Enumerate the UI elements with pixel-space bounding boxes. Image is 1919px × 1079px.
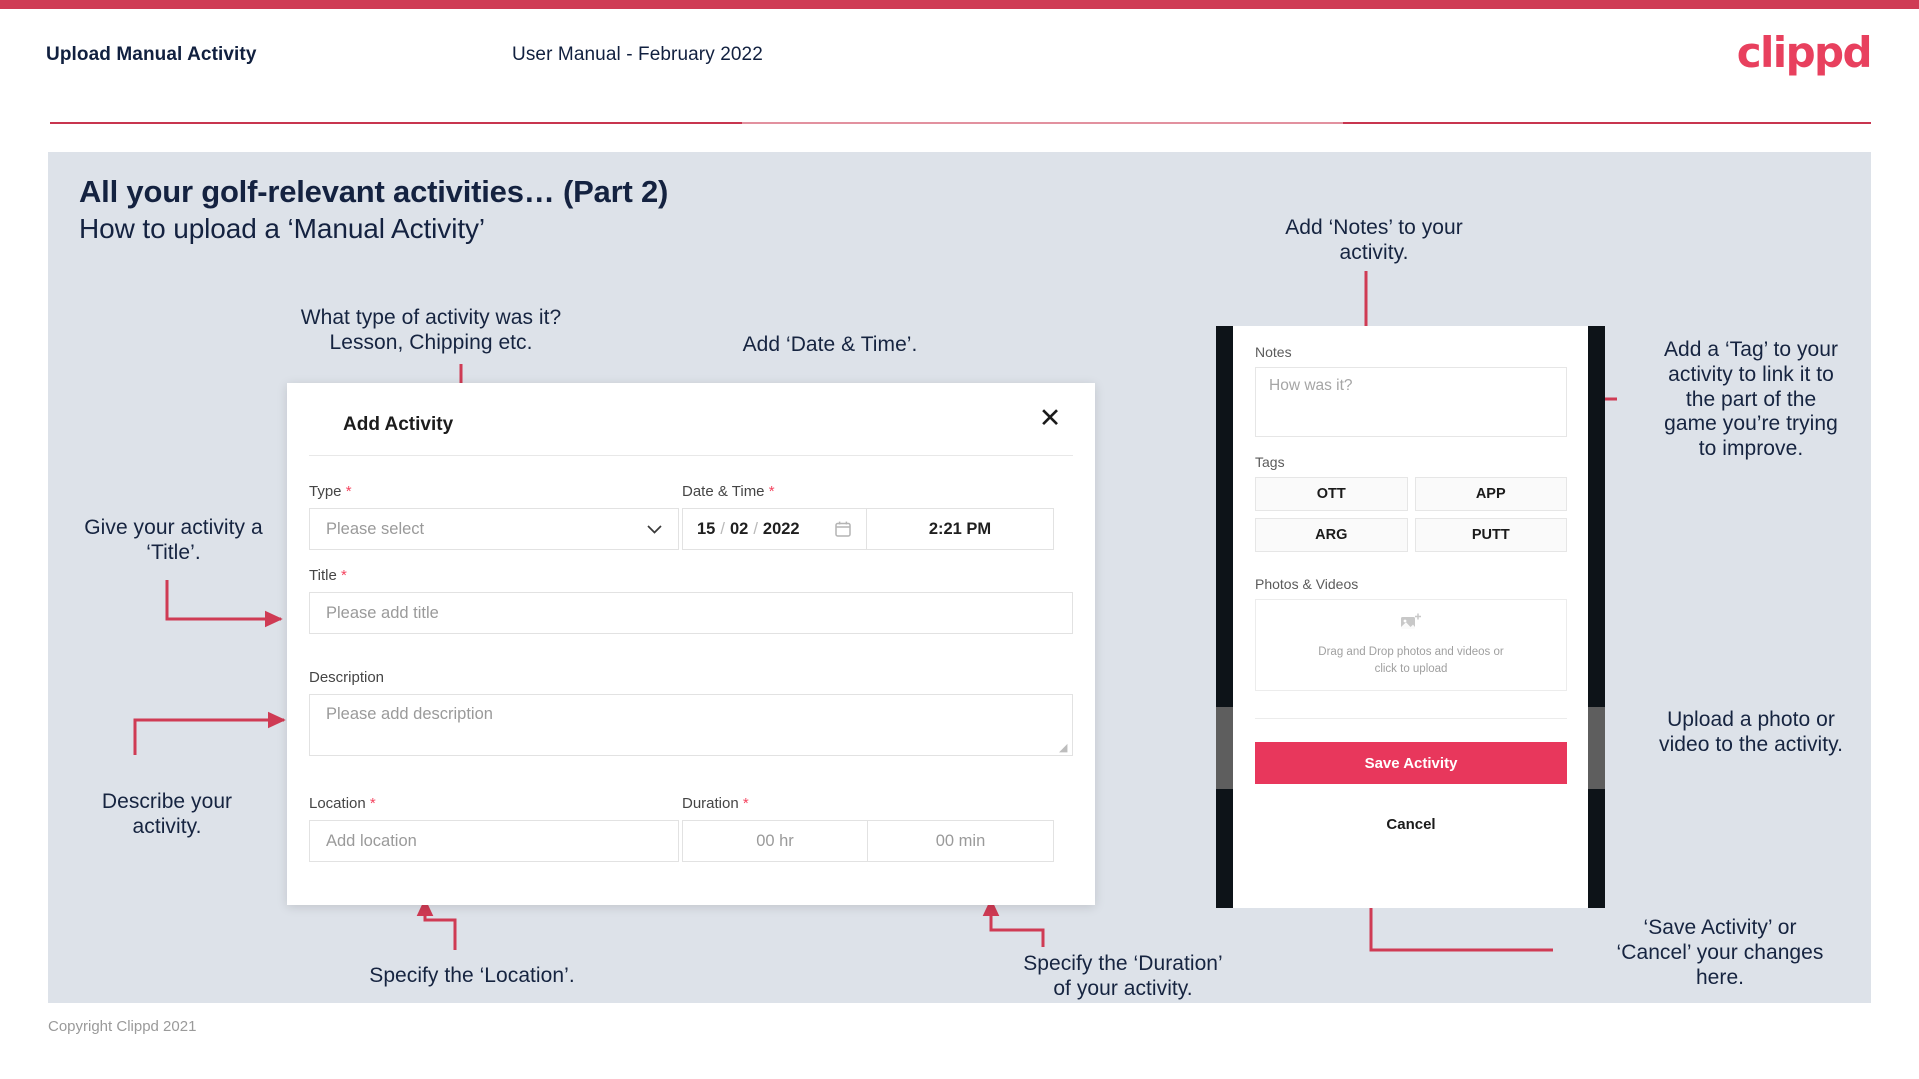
date-day: 15 [697, 519, 716, 538]
annotation-duration: Specify the ‘Duration’ of your activity. [1023, 952, 1223, 1000]
type-placeholder: Please select [326, 519, 425, 538]
phone-divider [1255, 718, 1567, 719]
tag-button-putt[interactable]: PUTT [1414, 518, 1567, 552]
field-location-label: Location * [309, 795, 376, 812]
header-left-title: Upload Manual Activity [46, 44, 257, 65]
field-type: Type * Please select [309, 483, 679, 550]
dropzone-line-1: Drag and Drop photos and videos or [1318, 645, 1504, 658]
field-duration-label: Duration * [682, 795, 749, 812]
date-sep: / [753, 519, 758, 538]
field-duration: Duration * 00 hr 00 min [682, 795, 1054, 862]
duration-minutes-input[interactable]: 00 min [868, 820, 1054, 862]
tag-button-arg[interactable]: ARG [1255, 518, 1408, 552]
tag-button-ott[interactable]: OTT [1255, 477, 1408, 511]
field-title: Title * Please add title [309, 567, 1073, 634]
add-image-icon [1400, 613, 1422, 637]
phone-screen: Notes How was it? Tags OTT APP ARG PUTT … [1233, 326, 1588, 908]
annotation-save: ‘Save Activity’ or ‘Cancel’ your changes… [1616, 916, 1824, 989]
calendar-icon[interactable] [834, 520, 852, 538]
field-datetime-label: Date & Time * [682, 483, 775, 500]
annotation-type: What type of activity was it? Lesson, Ch… [300, 306, 562, 354]
phone-notes-group: Notes How was it? [1255, 344, 1567, 437]
clippd-logo: clippd [1736, 28, 1873, 77]
required-marker: * [768, 483, 775, 500]
dropzone-line-2: click to upload [1374, 662, 1448, 675]
phone-notes-label: Notes [1255, 344, 1292, 360]
add-activity-dialog: Add Activity ✕ Type * Please select Date… [287, 383, 1095, 905]
phone-tags-group: Tags OTT APP ARG PUTT [1255, 454, 1567, 552]
phone-left-edge [1216, 326, 1233, 908]
page-subtitle: How to upload a ‘Manual Activity’ [79, 213, 486, 244]
phone-tags-label: Tags [1255, 454, 1285, 470]
required-marker: * [742, 795, 749, 812]
location-placeholder: Add location [326, 831, 417, 850]
phone-notes-placeholder: How was it? [1269, 377, 1353, 394]
annotation-describe: Describe your activity. [101, 790, 233, 838]
field-location: Location * Add location [309, 795, 679, 862]
required-marker: * [340, 567, 347, 584]
phone-tag-grid: OTT APP ARG PUTT [1255, 477, 1567, 552]
field-description-label: Description [309, 669, 385, 686]
resize-handle-icon[interactable]: ◢ [1059, 743, 1069, 754]
header-center-title: User Manual - February 2022 [512, 44, 763, 65]
description-placeholder: Please add description [326, 705, 493, 723]
annotation-tags: Add a ‘Tag’ to your activity to link it … [1663, 338, 1839, 461]
slide-page: Upload Manual Activity User Manual - Feb… [0, 0, 1919, 1079]
annotation-notes: Add ‘Notes’ to your activity. [1285, 216, 1463, 264]
tag-button-app[interactable]: APP [1414, 477, 1567, 511]
duration-hours-input[interactable]: 00 hr [682, 820, 868, 862]
date-input[interactable]: 15 / 02 / 2022 [682, 508, 867, 550]
description-textarea[interactable]: Please add description ◢ [309, 694, 1073, 756]
dialog-title: Add Activity [343, 414, 454, 435]
annotation-datetime: Add ‘Date & Time’. [742, 333, 918, 356]
annotation-location: Specify the ‘Location’. [369, 964, 575, 987]
required-marker: * [369, 795, 376, 812]
required-marker: * [345, 483, 352, 500]
type-select[interactable]: Please select [309, 508, 679, 550]
time-input[interactable]: 2:21 PM [867, 508, 1054, 550]
field-type-label: Type * [309, 483, 352, 500]
top-accent-bar [0, 0, 1919, 9]
save-activity-button[interactable]: Save Activity [1255, 742, 1567, 784]
date-month: 02 [729, 519, 749, 538]
header-divider [50, 122, 1871, 124]
phone-notes-input[interactable]: How was it? [1255, 367, 1567, 437]
photo-dropzone[interactable]: Drag and Drop photos and videos or click… [1255, 599, 1567, 691]
dropzone-text: Drag and Drop photos and videos or click… [1318, 644, 1503, 677]
phone-mockup: Notes How was it? Tags OTT APP ARG PUTT … [1216, 326, 1605, 908]
phone-right-edge [1588, 326, 1605, 908]
footer-copyright: Copyright Clippd 2021 [48, 1018, 197, 1035]
close-icon[interactable]: ✕ [1033, 401, 1067, 435]
annotation-title: Give your activity a ‘Title’. [84, 516, 263, 564]
date-sep: / [720, 519, 725, 538]
title-input[interactable]: Please add title [309, 592, 1073, 634]
title-placeholder: Please add title [326, 603, 439, 622]
date-year: 2022 [762, 519, 800, 538]
page-title: All your golf-relevant activities… (Part… [79, 174, 669, 209]
field-datetime: Date & Time * 15 / 02 / 2022 2:21 PM [682, 483, 1054, 550]
annotation-upload: Upload a photo or video to the activity. [1659, 708, 1843, 756]
cancel-button[interactable]: Cancel [1255, 807, 1567, 841]
field-title-label: Title * [309, 567, 347, 584]
phone-photos-group: Photos & Videos Drag and Drop photos and… [1255, 576, 1567, 691]
phone-photos-label: Photos & Videos [1255, 576, 1359, 592]
field-description: Description Please add description ◢ [309, 669, 1073, 756]
dialog-divider [309, 455, 1073, 456]
location-input[interactable]: Add location [309, 820, 679, 862]
chevron-down-icon [647, 521, 662, 537]
